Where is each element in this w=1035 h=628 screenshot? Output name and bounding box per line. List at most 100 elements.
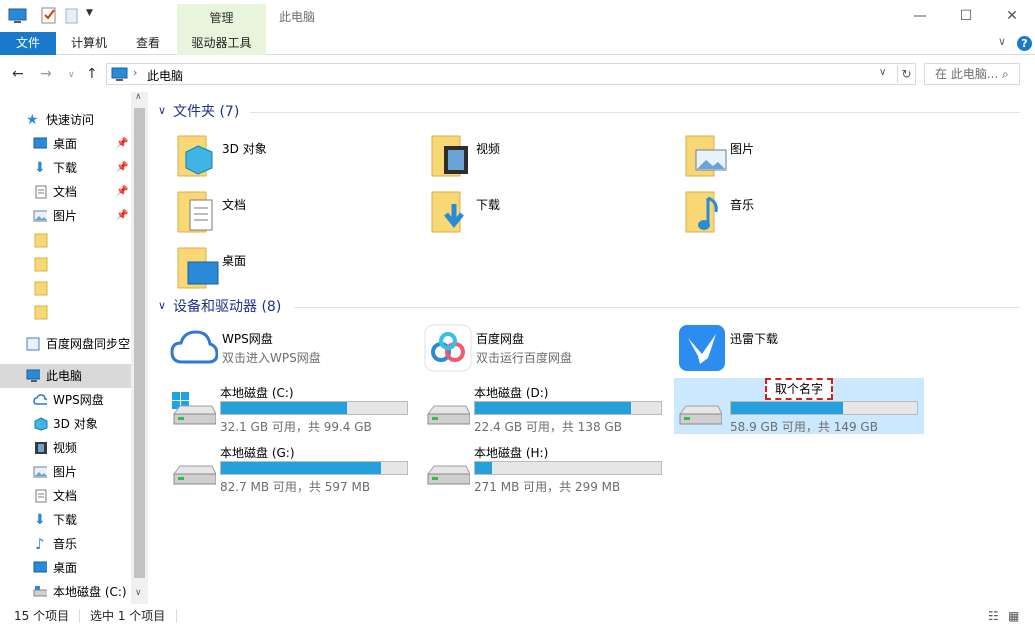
nav-item-pictures[interactable]: 图片 xyxy=(0,460,131,484)
close-button[interactable]: ✕ xyxy=(989,0,1035,32)
folder-icon[interactable] xyxy=(34,256,48,272)
folder-icon[interactable] xyxy=(34,280,48,296)
folder-3d-objects[interactable]: 3D 对象 xyxy=(172,130,422,186)
minimize-button[interactable]: — xyxy=(897,0,943,32)
folder-video-icon xyxy=(431,135,468,177)
divider xyxy=(176,609,177,623)
folders-group-header[interactable]: 文件夹 (7) xyxy=(173,102,239,122)
drive-c[interactable]: 本地磁盘 (C:) 32.1 GB 可用，共 99.4 GB xyxy=(172,378,422,434)
breadcrumb-chevron-icon[interactable]: › xyxy=(133,66,137,79)
divider xyxy=(294,307,1020,308)
drive-g[interactable]: 本地磁盘 (G:) 82.7 MB 可用，共 597 MB xyxy=(172,438,422,494)
address-bar[interactable]: › 此电脑 ∨ ↻ xyxy=(106,63,916,85)
cloud-icon xyxy=(33,394,47,405)
scroll-down-icon[interactable]: ∨ xyxy=(135,588,142,598)
customize-toolbar-icon[interactable]: ▼ xyxy=(86,8,93,28)
nav-item-downloads[interactable]: ⬇ 下载 📌 xyxy=(0,156,131,180)
scroll-up-icon[interactable]: ∧ xyxy=(135,92,142,102)
folder-3d-icon xyxy=(177,135,213,177)
nav-item-baidu-sync[interactable]: 百度网盘同步空 xyxy=(0,332,131,356)
picture-icon xyxy=(33,466,47,478)
folder-picture-icon xyxy=(685,135,727,177)
nav-item-desktop[interactable]: 桌面 xyxy=(0,556,131,580)
xunlei-download[interactable]: 迅雷下载 xyxy=(678,322,928,378)
nav-item-desktop[interactable]: 桌面 📌 xyxy=(0,132,131,156)
expand-ribbon-icon[interactable]: ∨ xyxy=(998,35,1006,48)
nav-scrollbar[interactable]: ∧ ∨ xyxy=(131,92,148,604)
drive-usage-bar xyxy=(220,401,408,415)
document-icon xyxy=(35,185,47,199)
nav-item-downloads[interactable]: ⬇ 下载 xyxy=(0,508,131,532)
folder-videos[interactable]: 视频 xyxy=(426,130,676,186)
folder-music-icon xyxy=(685,191,718,233)
nav-item-music[interactable]: ♪ 音乐 xyxy=(0,532,131,556)
pin-icon: 📌 xyxy=(116,138,129,149)
drive-icon xyxy=(679,405,722,425)
up-icon[interactable]: ↑ xyxy=(86,66,98,82)
nav-item-pictures[interactable]: 图片 📌 xyxy=(0,204,131,228)
folder-music[interactable]: 音乐 xyxy=(680,186,930,242)
this-pc-icon xyxy=(8,8,27,23)
baidu-drive[interactable]: 百度网盘 双击运行百度网盘 xyxy=(424,322,674,378)
nav-item-documents[interactable]: 文档 📌 xyxy=(0,180,131,204)
search-icon[interactable]: ⌕ xyxy=(1002,67,1009,82)
music-note-icon: ♪ xyxy=(35,535,45,553)
rename-input[interactable]: 取个名字 xyxy=(765,378,833,400)
folder-document-icon xyxy=(177,191,213,233)
tab-computer[interactable]: 计算机 xyxy=(61,32,117,55)
status-bar: 15 个项目 选中 1 个项目 ☷ ▦ xyxy=(0,604,1035,628)
ribbon-tabs: 文件 计算机 查看 驱动器工具 ∨ ? xyxy=(0,32,1035,55)
manage-context-tab[interactable]: 管理 xyxy=(177,4,266,32)
nav-item-3d-objects[interactable]: 3D 对象 xyxy=(0,412,131,436)
windows-drive-icon xyxy=(172,392,216,425)
folder-downloads[interactable]: 下载 xyxy=(426,186,676,242)
new-folder-icon[interactable] xyxy=(64,6,80,26)
breadcrumb[interactable]: 此电脑 xyxy=(147,67,183,84)
details-view-icon[interactable]: ☷ xyxy=(988,604,999,628)
navigation-pane: ★ 快速访问 桌面 📌 ⬇ 下载 📌 文档 📌 图片 📌 百度网盘同步空 此电脑… xyxy=(0,92,148,604)
folder-documents[interactable]: 文档 xyxy=(172,186,422,242)
collapse-chevron-icon[interactable]: ∨ xyxy=(158,299,166,312)
download-icon: ⬇ xyxy=(34,160,46,176)
collapse-chevron-icon[interactable]: ∨ xyxy=(158,104,166,117)
drive-d[interactable]: 本地磁盘 (D:) 22.4 GB 可用，共 138 GB xyxy=(426,378,676,434)
drive-usage-fill xyxy=(731,402,843,414)
xunlei-bird-icon xyxy=(679,325,725,371)
nav-item-drive-c[interactable]: 本地磁盘 (C:) xyxy=(0,580,131,604)
drive-usage-bar xyxy=(220,461,408,475)
tab-view[interactable]: 查看 xyxy=(126,32,170,55)
divider xyxy=(250,112,1020,113)
address-dropdown-icon[interactable]: ∨ xyxy=(879,67,886,78)
recent-locations-icon[interactable]: ∨ xyxy=(68,70,75,80)
document-icon xyxy=(35,489,47,503)
this-pc-icon xyxy=(111,67,128,81)
nav-item-documents[interactable]: 文档 xyxy=(0,484,131,508)
properties-icon[interactable] xyxy=(40,6,58,26)
back-icon[interactable]: ← xyxy=(12,66,24,82)
nav-quick-access[interactable]: ★ 快速访问 xyxy=(0,108,131,132)
help-icon[interactable]: ? xyxy=(1017,36,1032,51)
drive-usage-fill xyxy=(221,462,381,474)
devices-group-header[interactable]: 设备和驱动器 (8) xyxy=(173,297,281,317)
folder-icon[interactable] xyxy=(34,232,48,248)
window-title: 此电脑 xyxy=(279,10,316,24)
pin-icon: 📌 xyxy=(116,186,129,197)
drive-h[interactable]: 本地磁盘 (H:) 271 MB 可用，共 299 MB xyxy=(426,438,676,494)
folder-icon[interactable] xyxy=(34,304,48,320)
nav-item-this-pc[interactable]: 此电脑 xyxy=(0,364,131,388)
large-icons-view-icon[interactable]: ▦ xyxy=(1008,604,1019,628)
nav-item-videos[interactable]: 视频 xyxy=(0,436,131,460)
film-icon xyxy=(35,442,47,454)
desktop-icon xyxy=(33,561,47,573)
refresh-icon[interactable]: ↻ xyxy=(897,65,915,83)
item-count: 15 个项目 xyxy=(14,609,70,623)
tab-drive-tools[interactable]: 驱动器工具 xyxy=(177,32,266,55)
maximize-button[interactable]: ☐ xyxy=(943,0,989,32)
folder-pictures[interactable]: 图片 xyxy=(680,130,930,186)
folder-desktop[interactable]: 桌面 xyxy=(172,242,422,298)
tab-file[interactable]: 文件 xyxy=(0,32,56,55)
scroll-thumb[interactable] xyxy=(134,108,145,578)
nav-item-wps[interactable]: WPS网盘 xyxy=(0,388,131,412)
forward-icon[interactable]: → xyxy=(40,66,52,82)
wps-drive[interactable]: WPS网盘 双击进入WPS网盘 xyxy=(170,322,420,378)
